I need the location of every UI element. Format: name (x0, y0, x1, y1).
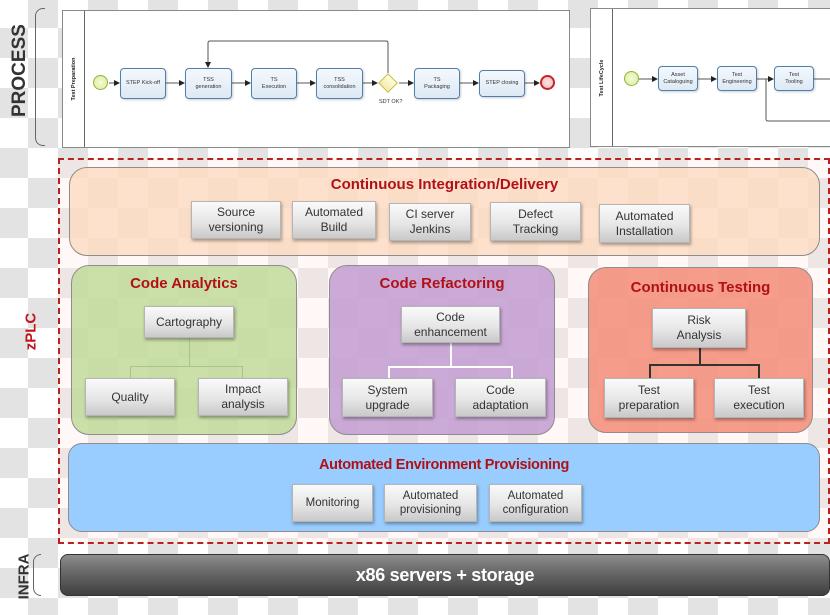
chip-source-versioning: Source versioning (191, 201, 281, 239)
task-tss-generation: TSS generation (185, 68, 232, 99)
tree-connector (758, 364, 760, 378)
chip-quality: Quality (85, 378, 175, 416)
tree-connector (242, 366, 243, 378)
process-brace (35, 8, 45, 146)
provisioning-title: Automated Environment Provisioning (318, 457, 569, 473)
infra-servers-storage-bar: x86 servers + storage (60, 554, 830, 596)
chip-code-adaptation: Code adaptation (455, 378, 546, 417)
task-test-tooling: Test Tooling (774, 66, 814, 91)
ci-delivery-panel: Continuous Integration/Delivery Source v… (69, 167, 820, 256)
chip-risk-analysis: Risk Analysis (652, 308, 746, 348)
code-analytics-panel: Code Analytics Cartography Quality Impac… (71, 265, 297, 435)
chip-automated-installation: Automated Installation (599, 204, 690, 243)
zplc-label: zPLC (22, 312, 40, 351)
chip-automated-provisioning: Automated provisioning (384, 484, 477, 522)
start-event (93, 75, 108, 90)
task-test-engineering: Test Engineering (717, 66, 757, 91)
infra-label: INFRA (15, 553, 33, 600)
chip-test-execution: Test execution (714, 378, 804, 418)
tree-connector (649, 364, 651, 378)
code-analytics-title: Code Analytics (130, 275, 238, 292)
task-ts-packaging: TS Packaging (414, 68, 460, 99)
chip-ci-server-jenkins: CI server Jenkins (389, 203, 471, 241)
ci-delivery-title: Continuous Integration/Delivery (330, 176, 559, 193)
tree-connector (511, 366, 513, 378)
task-tss-consolidation: TSS consolidation (316, 68, 363, 99)
continuous-testing-title: Continuous Testing (630, 279, 771, 296)
chip-cartography: Cartography (144, 306, 234, 338)
tree-connector (450, 343, 452, 366)
lifecycle-start-event (624, 71, 639, 86)
code-refactoring-title: Code Refactoring (379, 275, 505, 292)
infra-brace (33, 554, 41, 596)
chip-automated-configuration: Automated configuration (489, 484, 582, 522)
tree-connector (189, 338, 190, 366)
tree-connector (130, 366, 243, 367)
test-lifecycle-diagram: Test LifeCycle Asset Cataloguing Test En… (590, 8, 830, 147)
chip-impact-analysis: Impact analysis (198, 378, 288, 416)
provisioning-panel: Automated Environment Provisioning Monit… (68, 443, 820, 532)
chip-system-upgrade: System upgrade (342, 378, 433, 417)
continuous-testing-panel: Continuous Testing Risk Analysis Test pr… (588, 267, 813, 433)
tree-connector (130, 366, 131, 378)
chip-code-enhancement: Code enhancement (401, 306, 500, 343)
chip-monitoring: Monitoring (292, 484, 373, 522)
process-label: PROCESS (9, 24, 30, 117)
tree-connector (699, 348, 701, 365)
chip-test-preparation: Test preparation (604, 378, 694, 418)
chip-defect-tracking: Defect Tracking (490, 202, 581, 241)
end-event (540, 75, 555, 90)
test-preparation-diagram: Test Preparation STEP Kick-off TSS gener… (62, 10, 570, 148)
tree-connector (388, 366, 512, 368)
task-asset-cataloguing: Asset Cataloguing (658, 66, 698, 91)
tree-connector (388, 366, 390, 378)
task-ts-execution: TS Execution (251, 68, 297, 99)
task-step-kickoff: STEP Kick-off (120, 68, 166, 99)
task-step-closing: STEP closing (479, 70, 525, 97)
gateway-label: SDT OK? (379, 99, 403, 105)
chip-automated-build: Automated Build (292, 201, 376, 239)
code-refactoring-panel: Code Refactoring Code enhancement System… (329, 265, 555, 435)
tree-connector (649, 364, 759, 366)
